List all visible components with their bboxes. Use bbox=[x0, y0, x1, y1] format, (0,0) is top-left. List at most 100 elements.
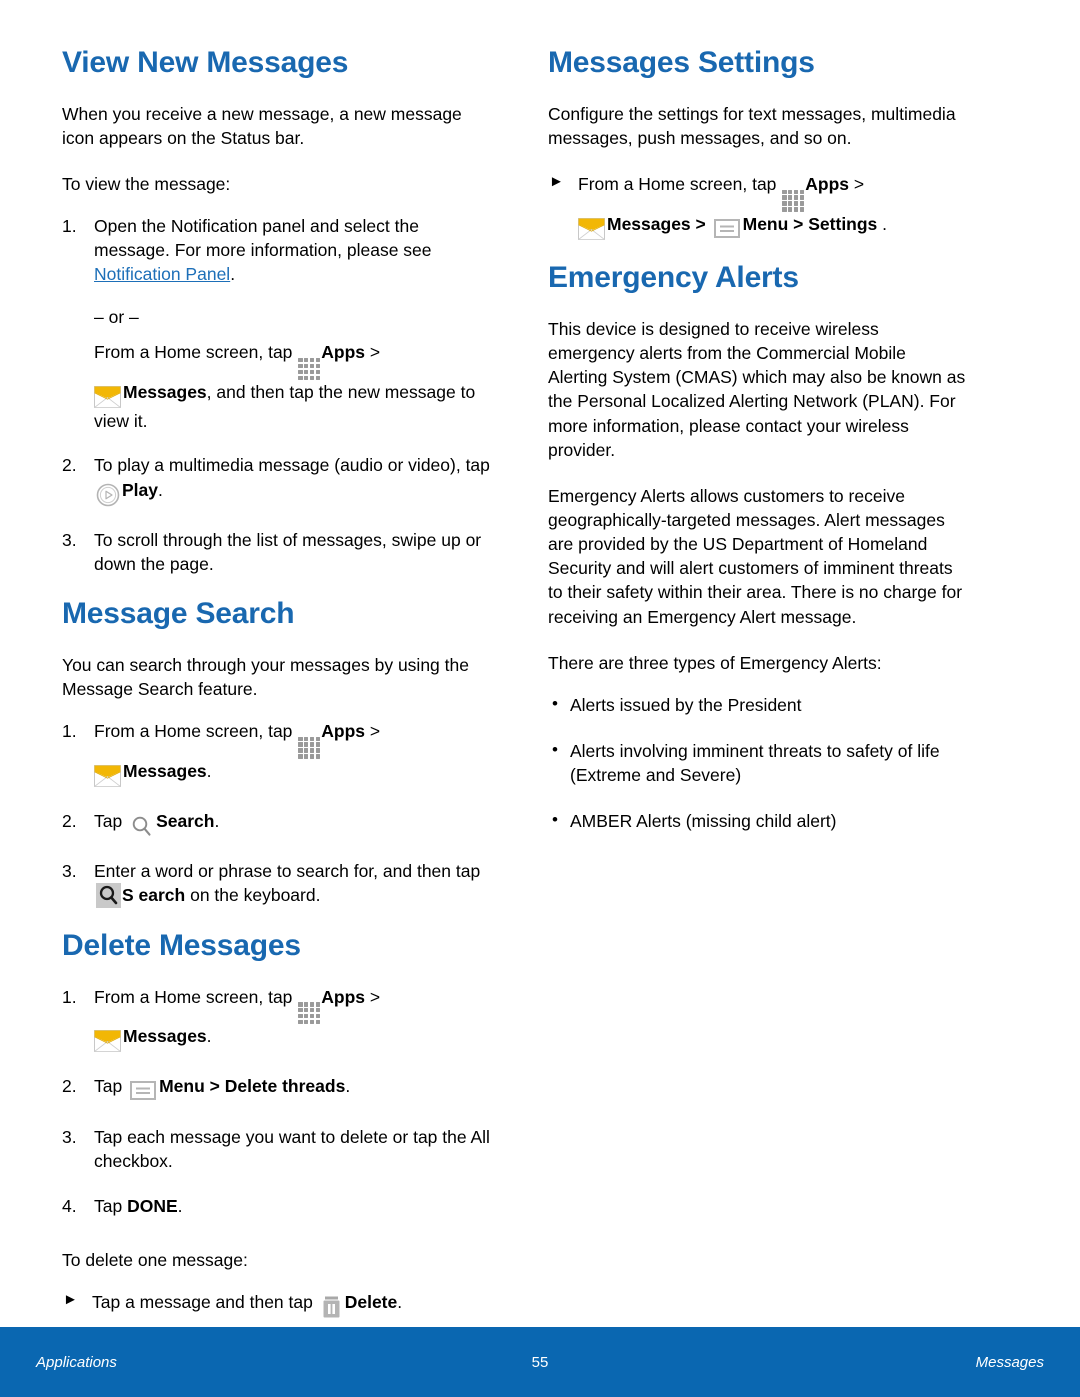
apps-label: Apps bbox=[805, 173, 850, 194]
heading-view-new-messages: View New Messages bbox=[62, 46, 349, 79]
apps-grid-icon bbox=[298, 736, 321, 759]
step-text: Tap bbox=[94, 810, 128, 831]
step-text-end: . bbox=[345, 1076, 351, 1097]
steps-message-search: 1. From a Home screen, tap Apps > Messag… bbox=[62, 719, 492, 908]
step-text-end: . bbox=[206, 1026, 212, 1047]
search-label: Search bbox=[156, 810, 215, 831]
paragraph-view-new-messages-intro: When you receive a new message, a new me… bbox=[62, 103, 462, 148]
steps-delete-messages: 1. From a Home screen, tap Apps > Messag… bbox=[62, 985, 492, 1218]
document-page: View New Messages When you receive a new… bbox=[0, 0, 1080, 1397]
apps-grid-icon bbox=[298, 358, 321, 381]
footer-section-label: Applications bbox=[36, 1353, 117, 1371]
step-view-3: 3. To scroll through the list of message… bbox=[62, 528, 492, 576]
bullet-dot-icon: • bbox=[552, 739, 558, 759]
step-view-1: 1. Open the Notification panel and selec… bbox=[62, 214, 492, 286]
envelope-icon bbox=[577, 217, 607, 242]
list-item-label: Alerts involving imminent threats to saf… bbox=[570, 740, 940, 786]
envelope-icon bbox=[93, 385, 123, 409]
triangle-arrow-icon: ► bbox=[63, 1291, 78, 1309]
lead-in-to-view-the-message: To view the message: bbox=[62, 173, 231, 194]
arrow-text-end: . bbox=[877, 213, 888, 234]
trash-icon bbox=[318, 1295, 345, 1320]
apps-label: Apps bbox=[321, 342, 366, 363]
alt-pre-text: From a Home screen, tap bbox=[94, 342, 298, 363]
paragraph-messages-settings-intro: Configure the settings for text messages… bbox=[548, 103, 956, 148]
messages-label: Messages bbox=[123, 382, 207, 403]
menu-settings-label: Menu > Settings bbox=[742, 213, 878, 234]
paragraph-message-search-intro: You can search through your messages by … bbox=[62, 654, 469, 699]
step-text-end: . bbox=[158, 479, 163, 500]
paragraph-emergency-alerts-2: Emergency Alerts allows customers to rec… bbox=[548, 485, 963, 627]
step-search-1: 1. From a Home screen, tap Apps > Messag… bbox=[62, 719, 492, 788]
menu-list-icon bbox=[711, 217, 743, 242]
steps-view-new-messages: 1. Open the Notification panel and selec… bbox=[62, 214, 492, 286]
step-text: To play a multimedia message (audio or v… bbox=[94, 455, 490, 476]
step-text-end: . bbox=[177, 1195, 183, 1216]
heading-emergency-alerts: Emergency Alerts bbox=[548, 261, 799, 295]
apps-label: Apps bbox=[321, 720, 366, 741]
footer-page-number: 55 bbox=[531, 1353, 549, 1371]
chevron-separator: > bbox=[365, 720, 381, 741]
step-number: 4. bbox=[62, 1195, 77, 1216]
list-item: • AMBER Alerts (missing child alert) bbox=[548, 809, 968, 833]
step-number: 2. bbox=[62, 455, 77, 476]
step-search-3: 3. Enter a word or phrase to search for,… bbox=[62, 859, 492, 908]
right-column: Messages Settings Configure the settings… bbox=[510, 46, 980, 855]
step-text: Open the Notification panel and select t… bbox=[94, 216, 432, 261]
bullet-dot-icon: • bbox=[552, 693, 558, 713]
step-number: 2. bbox=[62, 1076, 77, 1097]
magnifier-icon bbox=[127, 814, 156, 838]
left-column: View New Messages When you receive a new… bbox=[40, 46, 510, 1340]
heading-message-search: Message Search bbox=[62, 596, 295, 630]
step-text: Tap each message you want to delete or t… bbox=[94, 1126, 490, 1171]
step-text: From a Home screen, tap bbox=[94, 986, 298, 1007]
step-text: Tap bbox=[94, 1195, 128, 1216]
step-text: Tap bbox=[94, 1076, 128, 1097]
step-number: 2. bbox=[62, 810, 77, 831]
heading-delete-messages: Delete Messages bbox=[62, 928, 301, 962]
step-number: 3. bbox=[62, 1126, 77, 1147]
messages-label: Messages bbox=[607, 213, 691, 234]
step-delete-3: 3. Tap each message you want to delete o… bbox=[62, 1125, 492, 1173]
step-search-2: 2. Tap Search. bbox=[62, 809, 492, 838]
lead-in-three-types: There are three types of Emergency Alert… bbox=[548, 652, 882, 673]
step-text-end: . bbox=[230, 264, 236, 285]
list-item-label: AMBER Alerts (missing child alert) bbox=[570, 811, 837, 832]
step-view-2: 2. To play a multimedia message (audio o… bbox=[62, 453, 492, 506]
magnifier-key-icon bbox=[96, 882, 121, 908]
chevron-separator: > bbox=[365, 342, 381, 363]
arrow-text-end: . bbox=[397, 1292, 403, 1313]
apps-grid-icon bbox=[298, 1002, 321, 1025]
apps-label: Apps bbox=[321, 986, 366, 1007]
triangle-arrow-icon: ► bbox=[549, 172, 564, 190]
menu-list-icon bbox=[127, 1079, 159, 1103]
menu-delete-threads-label: Menu > Delete threads bbox=[159, 1076, 346, 1097]
link-notification-panel[interactable]: Notification Panel bbox=[94, 264, 230, 284]
paragraph-emergency-alerts-1: This device is designed to receive wirel… bbox=[548, 319, 966, 460]
steps-view-new-messages-cont: 2. To play a multimedia message (audio o… bbox=[62, 453, 492, 576]
heading-messages-settings: Messages Settings bbox=[548, 46, 815, 79]
step-text: To scroll through the list of messages, … bbox=[94, 529, 482, 574]
step-number: 3. bbox=[62, 529, 77, 550]
page-footer: Applications 55 Messages bbox=[0, 1327, 1080, 1397]
chevron-separator: > bbox=[849, 173, 865, 194]
alternate-path-view-message: From a Home screen, tap Apps > Messages,… bbox=[62, 340, 492, 433]
chevron-separator-2: > bbox=[690, 213, 711, 234]
apps-grid-icon bbox=[782, 189, 805, 212]
step-delete-4: 4. Tap DONE. bbox=[62, 1194, 492, 1218]
step-text-end: on the keyboard. bbox=[185, 884, 321, 905]
messages-label: Messages bbox=[123, 760, 207, 781]
step-text: From a Home screen, tap bbox=[94, 720, 298, 741]
list-emergency-alert-types: • Alerts issued by the President • Alert… bbox=[548, 693, 968, 834]
messages-label: Messages bbox=[123, 1026, 207, 1047]
list-item: • Alerts issued by the President bbox=[548, 693, 968, 717]
step-delete-2: 2. Tap Menu > Delete threads. bbox=[62, 1074, 492, 1103]
step-text-end: . bbox=[206, 760, 212, 781]
two-column-layout: View New Messages When you receive a new… bbox=[40, 46, 1040, 1340]
footer-chapter-label: Messages bbox=[975, 1353, 1044, 1371]
arrow-text: From a Home screen, tap bbox=[578, 173, 782, 194]
or-separator: – or – bbox=[94, 307, 139, 328]
step-number: 1. bbox=[62, 986, 77, 1007]
bullet-dot-icon: • bbox=[552, 810, 558, 830]
list-item-label: Alerts issued by the President bbox=[570, 694, 802, 715]
